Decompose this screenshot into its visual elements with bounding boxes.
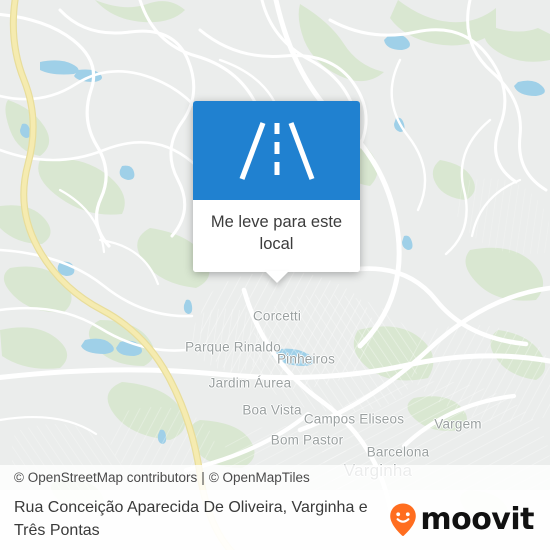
location-title: Rua Conceição Aparecida De Oliveira, Var… [14, 499, 368, 539]
footer-bar: Rua Conceição Aparecida De Oliveira, Var… [0, 490, 550, 550]
map-label: Parque Rinaldo [185, 339, 281, 355]
attribution-openmaptiles[interactable]: © OpenMapTiles [209, 470, 310, 485]
map-label: Bom Pastor [270, 432, 344, 448]
attribution-separator: | [201, 470, 205, 485]
moovit-map-screenshot: Corcetti Parque Rinaldo Pinheiros Jardim Áu… [0, 0, 550, 550]
moovit-pin-icon [390, 503, 417, 536]
popup-icon-header [193, 101, 360, 200]
navigate-here-popup[interactable]: Me leve para este local [193, 101, 360, 283]
map-attribution-bar: © OpenStreetMap contributors | © OpenMap… [0, 465, 550, 490]
attribution-osm[interactable]: © OpenStreetMap contributors [14, 470, 197, 485]
map-label: Pinheiros [276, 351, 336, 367]
moovit-wordmark: moovit [420, 502, 534, 537]
popup-label: Me leve para este local [193, 200, 360, 272]
map-label: Campos Eliseos [303, 411, 405, 427]
popup-pointer-tail [264, 270, 289, 283]
map-label: Corcetti [252, 308, 302, 324]
map-label: Vargem [434, 416, 482, 432]
map-label: Barcelona [366, 444, 430, 460]
road-perspective-icon [239, 121, 314, 180]
map-label: Jardim Áurea [208, 375, 292, 391]
moovit-logo[interactable]: moovit [388, 502, 534, 538]
map-label: Boa Vista [242, 402, 302, 418]
